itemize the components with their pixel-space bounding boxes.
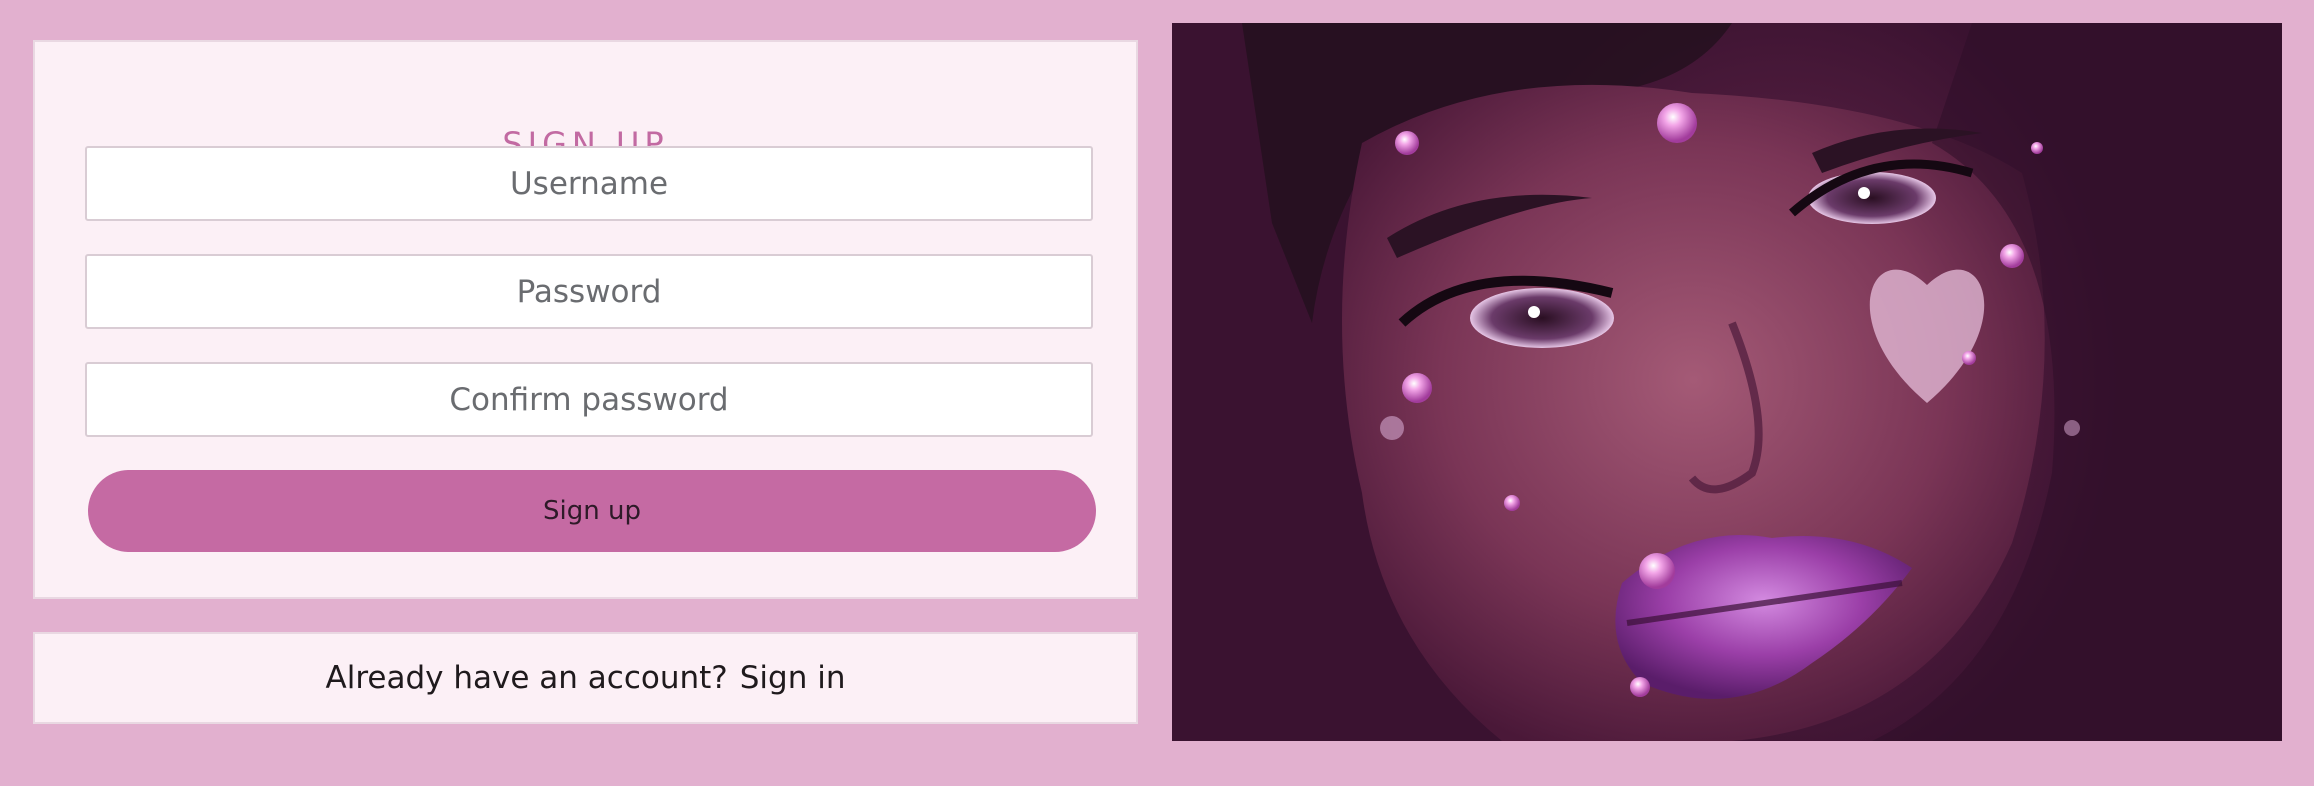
password-field[interactable] [85, 254, 1093, 329]
signin-card: Already have an account? Sign in [33, 632, 1138, 724]
confirm-password-field[interactable] [85, 362, 1093, 437]
portrait-illustration [1242, 23, 2282, 741]
hero-image [1172, 23, 2282, 741]
signin-prompt: Already have an account? [325, 660, 728, 696]
username-field[interactable] [85, 146, 1093, 221]
signup-button[interactable]: Sign up [88, 470, 1096, 552]
signup-card: SIGN UP Sign up [33, 40, 1138, 599]
signin-link[interactable]: Sign in [740, 660, 846, 696]
